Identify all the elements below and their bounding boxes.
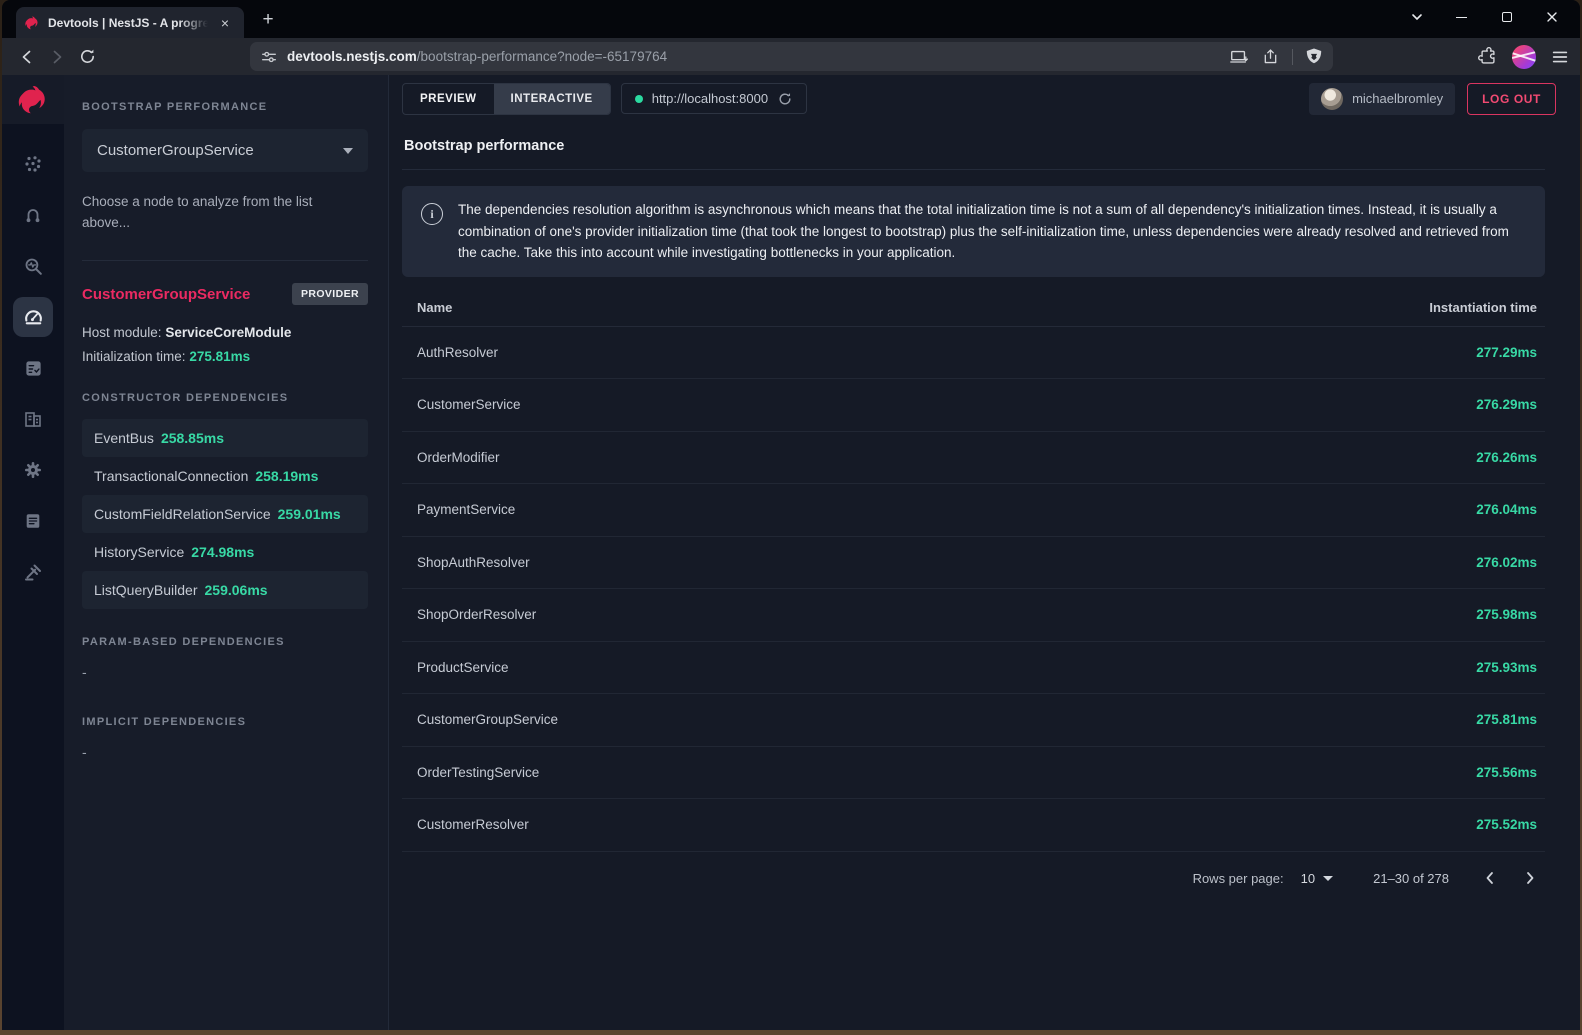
url-path: /bootstrap-performance?node=-65179764 [417,49,667,64]
new-tab-button[interactable]: + [254,7,282,35]
host-module-line: Host module: ServiceCoreModule [82,325,368,340]
init-time-value: 275.81ms [189,349,250,364]
username: michaelbromley [1352,91,1443,106]
next-page-button[interactable] [1515,863,1545,893]
node-select[interactable]: CustomerGroupService [82,129,368,172]
page-range: 21–30 of 278 [1373,871,1449,886]
reload-button[interactable] [72,42,102,72]
tab-strip: Devtools | NestJS - A progressive × + [2,0,1580,38]
browser-window: Devtools | NestJS - A progressive × + [2,0,1580,1030]
table-row: CustomerService276.29ms [402,379,1545,432]
browser-profile-avatar[interactable] [1512,45,1536,69]
table-row: OrderModifier276.26ms [402,432,1545,485]
info-icon: i [421,203,443,225]
tab-close-icon[interactable]: × [216,14,234,32]
column-name: Name [417,300,452,315]
panel-heading: BOOTSTRAP PERFORMANCE [82,101,368,113]
rows-per-page-select[interactable]: 10 [1301,871,1333,886]
table-row: AuthResolver277.29ms [402,327,1545,380]
table-row: CustomerResolver275.52ms [402,799,1545,852]
minimize-button[interactable] [1439,4,1484,30]
target-url-box: http://localhost:8000 [621,83,807,114]
nav-settings-gear-icon[interactable] [13,450,53,490]
close-window-button[interactable] [1529,4,1574,30]
nestjs-logo[interactable] [2,75,64,124]
site-settings-icon[interactable] [260,48,278,66]
table-row: ShopOrderResolver275.98ms [402,589,1545,642]
pagination: Rows per page: 10 21–30 of 278 [402,852,1545,905]
dependency-item[interactable]: CustomFieldRelationService259.01ms [82,495,368,533]
constructor-deps-heading: CONSTRUCTOR DEPENDENCIES [82,392,368,404]
brave-shield-icon[interactable] [1305,47,1323,67]
back-button[interactable] [12,42,42,72]
maximize-button[interactable] [1484,4,1529,30]
url-host: devtools.nestjs.com [287,49,417,64]
dependency-item[interactable]: ListQueryBuilder259.06ms [82,571,368,609]
info-callout: i The dependencies resolution algorithm … [402,186,1545,277]
tab-title: Devtools | NestJS - A progressive [48,16,208,30]
table-row: PaymentService276.04ms [402,484,1545,537]
column-instantiation-time: Instantiation time [1429,300,1537,315]
table-row: ShopAuthResolver276.02ms [402,537,1545,590]
menu-icon[interactable] [1550,47,1570,67]
target-url: http://localhost:8000 [652,91,768,106]
avatar [1321,88,1343,110]
dependency-item[interactable]: HistoryService274.98ms [82,533,368,571]
implicit-deps-empty: - [82,744,368,760]
browser-toolbar: devtools.nestjs.com/bootstrap-performanc… [2,38,1580,75]
nav-inspector-icon[interactable] [13,246,53,286]
param-deps-heading: PARAM-BASED DEPENDENCIES [82,636,368,648]
table-row: ProductService275.93ms [402,642,1545,695]
tab-search-icon[interactable] [1394,4,1439,30]
nav-audit-icon[interactable] [13,348,53,388]
table-row: CustomerGroupService275.81ms [402,694,1545,747]
interactive-tab[interactable]: INTERACTIVE [494,84,610,114]
share-icon[interactable] [1261,47,1280,66]
nav-graph-icon[interactable] [13,144,53,184]
provider-badge: PROVIDER [292,283,368,305]
host-module-value: ServiceCoreModule [165,325,291,340]
url-bar[interactable]: devtools.nestjs.com/bootstrap-performanc… [250,42,1333,71]
forward-button [42,42,72,72]
nav-bootstrap-performance-icon[interactable] [13,297,53,337]
nav-routes-icon[interactable] [13,195,53,235]
refresh-icon[interactable] [777,91,793,107]
status-dot [635,95,643,103]
nav-sandbox-gavel-icon[interactable] [13,552,53,592]
page-title: Bootstrap performance [402,130,1545,170]
rows-per-page-label: Rows per page: [1193,871,1284,886]
chevron-down-icon [343,148,353,154]
previous-page-button[interactable] [1475,863,1505,893]
implicit-deps-heading: IMPLICIT DEPENDENCIES [82,716,368,728]
init-time-line: Initialization time: 275.81ms [82,349,368,364]
dependency-item[interactable]: TransactionalConnection258.19ms [82,457,368,495]
chevron-down-icon [1323,876,1333,881]
divider [82,260,368,261]
mode-toggle: PREVIEW INTERACTIVE [402,83,611,115]
extensions-icon[interactable] [1478,47,1498,67]
table-row: OrderTestingService275.56ms [402,747,1545,800]
table-header: Name Instantiation time [402,289,1545,327]
param-deps-empty: - [82,664,368,680]
nav-docs-icon[interactable] [13,501,53,541]
info-text: The dependencies resolution algorithm is… [458,199,1526,264]
logout-button[interactable]: LOG OUT [1467,83,1556,115]
node-hint: Choose a node to analyze from the list a… [82,191,332,233]
send-to-device-icon[interactable] [1229,47,1249,67]
preview-tab[interactable]: PREVIEW [403,84,494,114]
node-select-value: CustomerGroupService [97,142,254,159]
selected-node-name: CustomerGroupService [82,286,250,303]
app-header: PREVIEW INTERACTIVE http://localhost:800… [389,75,1580,122]
bootstrap-panel: BOOTSTRAP PERFORMANCE CustomerGroupServi… [64,75,389,1030]
user-chip[interactable]: michaelbromley [1309,83,1455,115]
nav-modules-icon[interactable] [13,399,53,439]
icon-rail [2,75,64,1030]
browser-tab[interactable]: Devtools | NestJS - A progressive × [16,7,244,38]
dependency-item[interactable]: EventBus258.85ms [82,419,368,457]
nestjs-favicon-icon [24,15,40,31]
